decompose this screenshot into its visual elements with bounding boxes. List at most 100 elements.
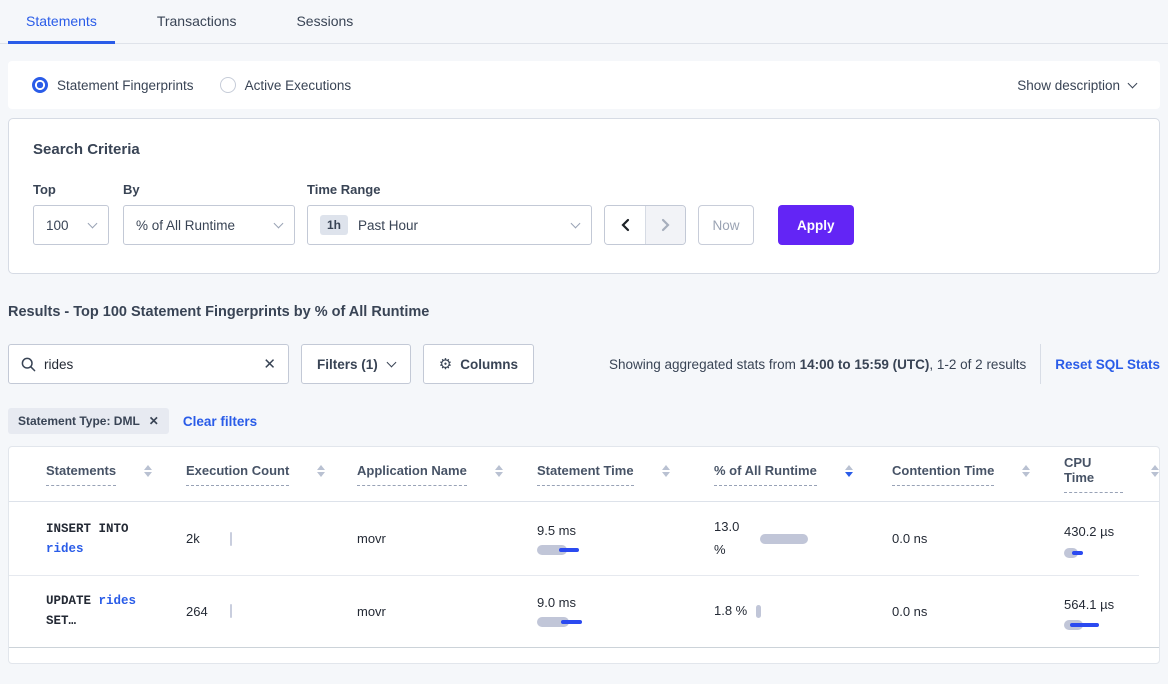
show-description-label: Show description: [1017, 78, 1120, 93]
column-header-label: Execution Count: [186, 463, 289, 486]
column-header-label: Contention Time: [892, 463, 994, 486]
columns-button[interactable]: ⚙ Columns: [423, 344, 534, 384]
statement-time-value: 9.0 ms: [537, 595, 714, 610]
percent-runtime-cell: 13.0 %: [714, 516, 892, 562]
stats-range: 14:00 to 15:59 (UTC): [800, 357, 930, 372]
statement-link[interactable]: rides: [46, 542, 84, 556]
sort-icon: [662, 465, 670, 477]
column-header-label: Statements: [46, 463, 116, 486]
previous-interval-button[interactable]: [605, 206, 645, 244]
by-label: By: [123, 182, 295, 197]
percent-runtime-value: 1.8 %: [714, 600, 747, 623]
chevron-down-icon: [274, 219, 284, 229]
percent-runtime-cell: 1.8 %: [714, 600, 892, 623]
remove-filter-icon[interactable]: ✕: [149, 414, 159, 428]
statement-fingerprint-cell: UPDATE rides SET…: [46, 591, 158, 631]
execution-count-cell: 264: [186, 604, 357, 619]
filters-button[interactable]: Filters (1): [301, 344, 411, 384]
cpu-time-cell: 564.1 µs: [1064, 592, 1122, 630]
time-range-select[interactable]: 1h Past Hour: [307, 205, 592, 245]
now-button[interactable]: Now: [698, 205, 754, 245]
time-range-control: Time Range 1h Past Hour: [307, 182, 592, 245]
sql-suffix: SET…: [46, 614, 76, 628]
clear-filters-link[interactable]: Clear filters: [183, 414, 257, 429]
column-header-statement-time[interactable]: Statement Time: [537, 463, 714, 486]
radio-active-executions[interactable]: Active Executions: [220, 77, 352, 93]
columns-button-label: Columns: [460, 357, 518, 372]
filter-pill-statement-type[interactable]: Statement Type: DML ✕: [8, 408, 169, 434]
column-header-statements[interactable]: Statements: [46, 463, 186, 486]
chevron-down-icon: [571, 219, 581, 229]
search-criteria-controls: Top 100 By % of All Runtime Time Range 1…: [33, 182, 1135, 245]
statement-time-cell: 9.0 ms: [537, 595, 714, 627]
filters-button-label: Filters (1): [317, 357, 378, 372]
by-select-value: % of All Runtime: [136, 218, 235, 233]
column-header-label: % of All Runtime: [714, 463, 817, 486]
stats-prefix: Showing aggregated stats from: [609, 357, 800, 372]
by-select[interactable]: % of All Runtime: [123, 205, 295, 245]
sql-keyword: INSERT INTO: [46, 522, 129, 536]
reset-sql-stats-link[interactable]: Reset SQL Stats: [1055, 357, 1160, 372]
stats-summary-group: Showing aggregated stats from 14:00 to 1…: [609, 344, 1160, 384]
top-select[interactable]: 100: [33, 205, 109, 245]
tab-sessions[interactable]: Sessions: [278, 0, 371, 44]
contention-time-cell: 0.0 ns: [892, 604, 1064, 619]
column-header-application-name[interactable]: Application Name: [357, 463, 537, 486]
radio-statement-fingerprints[interactable]: Statement Fingerprints: [32, 77, 194, 93]
radio-unselected-icon: [220, 77, 236, 93]
table-row: UPDATE rides SET… 264 movr 9.0 ms 1.8 % …: [9, 575, 1159, 648]
top-control: Top 100: [33, 182, 109, 245]
cpu-time-bar: [1064, 548, 1100, 558]
execution-count-cell: 2k: [186, 531, 357, 546]
sort-icon: [144, 465, 152, 477]
column-header-execution-count[interactable]: Execution Count: [186, 463, 357, 486]
column-header-label: Application Name: [357, 463, 467, 486]
cpu-time-cell: 430.2 µs: [1064, 519, 1122, 557]
next-interval-button-disabled[interactable]: [645, 206, 685, 244]
top-label: Top: [33, 182, 109, 197]
percent-runtime-bar: [756, 605, 761, 618]
statement-time-value: 9.5 ms: [537, 523, 714, 538]
radio-selected-icon: [32, 77, 48, 93]
stats-suffix: , 1-2 of 2 results: [929, 357, 1026, 372]
application-name-cell: movr: [357, 531, 537, 546]
statements-table: Statements Execution Count Application N…: [8, 446, 1160, 664]
search-icon: [21, 357, 36, 372]
show-description-toggle[interactable]: Show description: [1017, 78, 1136, 93]
table-header-row: Statements Execution Count Application N…: [9, 447, 1159, 502]
column-header-cpu-time[interactable]: CPU Time: [1064, 455, 1159, 493]
cpu-time-bar: [1064, 620, 1100, 630]
time-shift-buttons: [604, 205, 686, 245]
statement-link[interactable]: rides: [99, 594, 137, 608]
column-header-contention-time[interactable]: Contention Time: [892, 463, 1064, 486]
column-header-label: CPU Time: [1064, 455, 1123, 493]
execution-count-bar: [230, 604, 232, 618]
sql-activity-tabbar: Statements Transactions Sessions: [0, 0, 1168, 44]
time-range-label: Time Range: [307, 182, 592, 197]
view-toggle-bar: Statement Fingerprints Active Executions…: [8, 61, 1160, 109]
top-select-value: 100: [46, 218, 69, 233]
contention-time-cell: 0.0 ns: [892, 531, 1064, 546]
column-header-label: Statement Time: [537, 463, 634, 486]
cpu-time-value: 564.1 µs: [1064, 597, 1114, 612]
statement-time-bar: [537, 545, 583, 555]
vertical-divider: [1040, 344, 1041, 384]
statement-time-cell: 9.5 ms: [537, 523, 714, 555]
apply-button[interactable]: Apply: [778, 205, 854, 245]
sort-icon: [317, 465, 325, 477]
percent-runtime-value: 13.0 %: [714, 516, 752, 562]
clear-search-icon[interactable]: ✕: [263, 357, 276, 372]
chevron-down-icon: [1128, 79, 1138, 89]
filter-pill-label: Statement Type: DML: [18, 414, 140, 428]
tab-transactions[interactable]: Transactions: [139, 0, 255, 44]
application-name-cell: movr: [357, 604, 537, 619]
sort-icon: [1022, 465, 1030, 477]
search-input[interactable]: [44, 357, 255, 372]
tab-statements[interactable]: Statements: [8, 0, 115, 44]
cpu-time-value: 430.2 µs: [1064, 524, 1114, 539]
sort-icon: [495, 465, 503, 477]
chevron-down-icon: [386, 358, 396, 368]
statement-time-bar: [537, 617, 585, 627]
radio-label: Active Executions: [245, 78, 352, 93]
column-header-percent-all-runtime[interactable]: % of All Runtime: [714, 463, 892, 486]
